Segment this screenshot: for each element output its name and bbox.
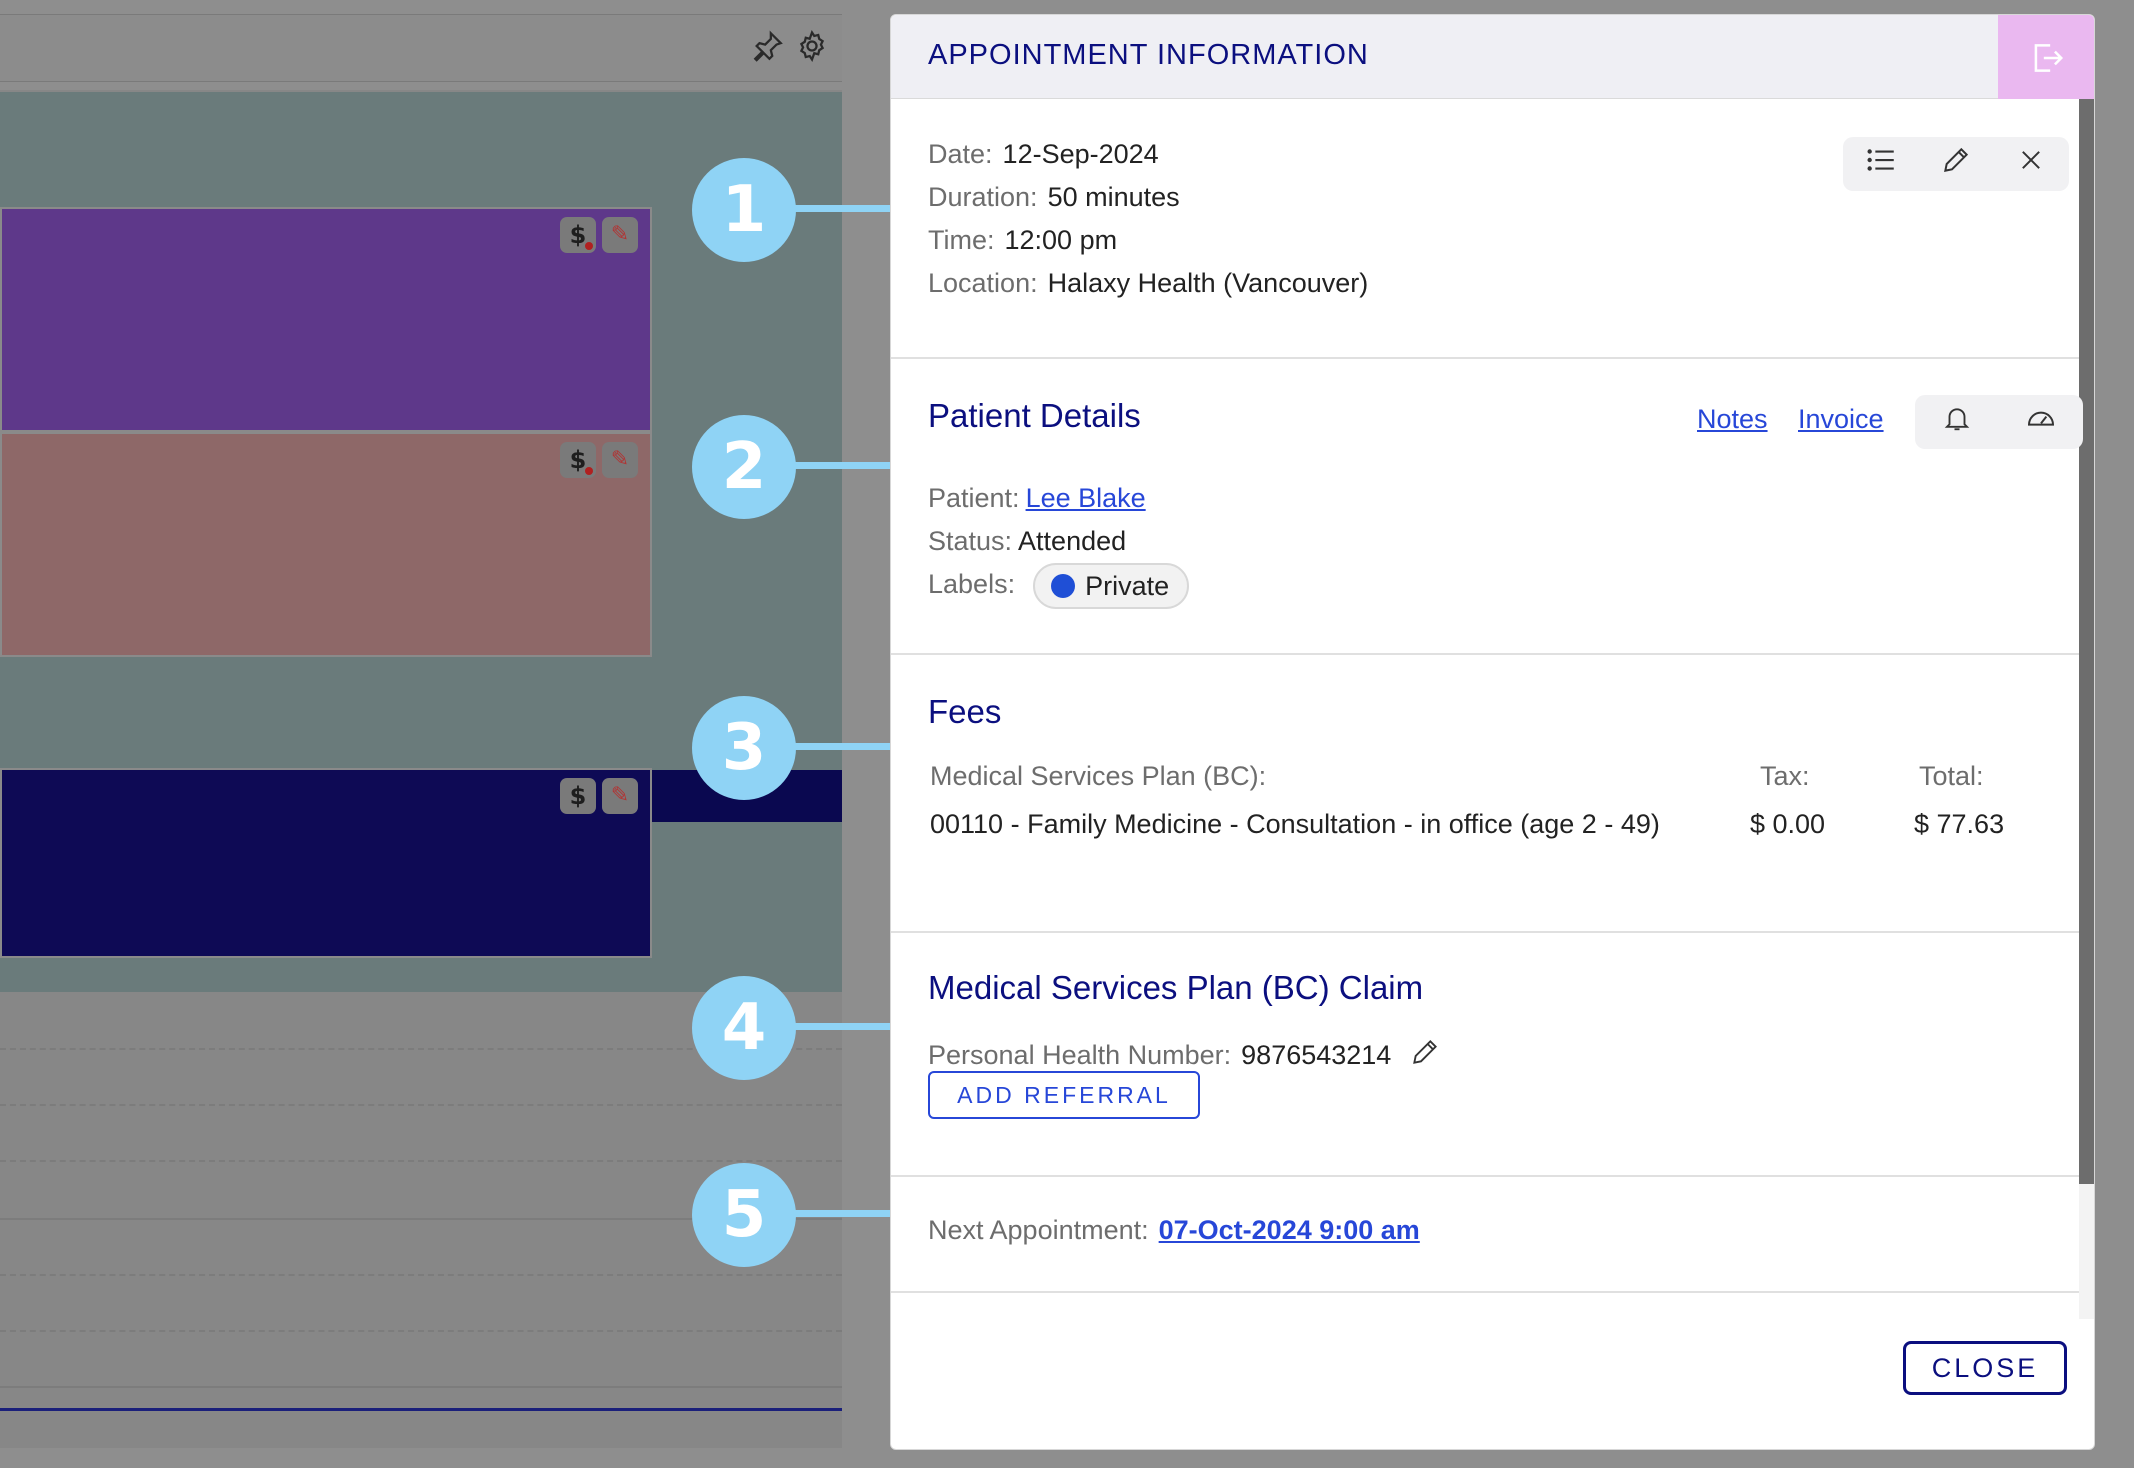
pencil-icon[interactable]: ✎ [602,217,638,253]
selected-appointment-block[interactable]: $ ✎ [0,768,652,958]
calendar-slot-line [0,1274,842,1276]
panel-scrollbar[interactable] [2079,99,2094,1319]
calendar-slot-line [0,1104,842,1106]
close-button[interactable]: CLOSE [1903,1341,2067,1395]
fee-tax-header: Tax: [1760,761,1810,791]
next-appointment-link[interactable]: 07-Oct-2024 9:00 am [1159,1215,1420,1245]
gauge-icon[interactable] [2017,402,2065,442]
dollar-icon[interactable]: $ [560,217,596,253]
time-row: Time: 12:00 pm [928,225,1117,256]
callout-connector [790,462,890,469]
panel-header: APPOINTMENT INFORMATION [891,15,2094,99]
duration-row: Duration: 50 minutes [928,182,1180,213]
pin-icon[interactable] [748,29,788,69]
callout-badge-3: 3 [692,696,796,800]
callout-badge-4: 4 [692,976,796,1080]
dollar-icon[interactable]: $ [560,778,596,814]
status-value: Attended [1018,526,1127,556]
fees-heading: Fees [928,693,1002,730]
claim-heading: Medical Services Plan (BC) Claim [928,969,1424,1006]
invoice-link[interactable]: Invoice [1798,404,1884,435]
add-referral-button[interactable]: ADD REFERRAL [928,1071,1200,1119]
fee-plan-label: Medical Services Plan (BC): [930,761,1267,791]
duration-label: Duration: [928,182,1038,212]
callout-connector [790,205,890,212]
label-color-swatch [1051,574,1076,598]
gear-icon[interactable] [792,29,832,69]
panel-title: APPOINTMENT INFORMATION [928,39,1369,71]
appointment-toolbar [1843,137,2069,191]
fee-item-tax: $ 0.00 [1750,809,1826,839]
callout-connector [790,1023,890,1030]
dollar-icon[interactable]: $ [560,442,596,478]
patient-row: Patient: Lee Blake [928,483,1146,514]
next-appointment-label: Next Appointment: [928,1215,1149,1245]
fee-total-header: Total: [1919,761,1984,791]
patient-name-link[interactable]: Lee Blake [1026,483,1146,513]
location-label: Location: [928,268,1038,298]
fee-item-description: 00110 - Family Medicine - Consultation -… [930,809,1660,839]
phn-label: Personal Health Number: [928,1040,1232,1070]
status-row: Status: Attended [928,526,1126,557]
label-chip-private[interactable]: Private [1033,563,1190,609]
label-chip-text: Private [1085,570,1170,601]
time-label: Time: [928,225,995,255]
duration-value: 50 minutes [1047,182,1180,212]
pencil-icon[interactable]: ✎ [602,442,638,478]
appointment-block[interactable]: $ ✎ [0,207,652,432]
list-icon[interactable] [1857,143,1905,185]
callout-connector [790,1210,890,1217]
pencil-icon[interactable] [1932,144,1980,184]
status-label: Status: [928,526,1013,556]
notes-link[interactable]: Notes [1697,404,1768,435]
date-value: 12-Sep-2024 [1002,139,1159,169]
callout-badge-2: 2 [692,415,796,519]
patient-details-heading: Patient Details [928,397,1141,434]
calendar-slot-line [0,1160,842,1162]
labels-label: Labels: [928,569,1016,600]
callout-badge-1: 1 [692,158,796,262]
pencil-icon[interactable]: ✎ [602,778,638,814]
date-label: Date: [928,139,993,169]
patient-label: Patient: [928,483,1020,513]
bell-icon[interactable] [1933,403,1981,441]
labels-row: Labels: Private [928,563,1190,609]
calendar-slot-line [0,1330,842,1332]
pencil-icon[interactable] [1409,1036,1441,1075]
callout-connector [790,743,890,750]
time-value: 12:00 pm [1004,225,1118,255]
scrollbar-thumb[interactable] [2079,99,2094,1184]
fees-section [891,655,2079,933]
calendar-toolbar [0,14,842,82]
calendar-hour-line [0,1386,842,1388]
current-time-line [0,1408,842,1411]
close-icon[interactable] [2007,146,2055,182]
appointment-block[interactable]: $ ✎ [0,432,652,657]
callout-badge-5: 5 [692,1163,796,1267]
location-value: Halaxy Health (Vancouver) [1047,268,1369,298]
phn-value: 9876543214 [1241,1040,1392,1070]
appointment-information-panel: APPOINTMENT INFORMATION Date: 12-Sep-2024… [890,14,2095,1450]
phn-row: Personal Health Number: 9876543214 [928,1036,1441,1075]
date-row: Date: 12-Sep-2024 [928,139,1159,170]
exit-icon[interactable] [1998,15,2094,99]
patient-toolbar [1915,395,2083,449]
fee-item-total: $ 77.63 [1914,809,2005,839]
location-row: Location: Halaxy Health (Vancouver) [928,268,1368,299]
next-appointment-row: Next Appointment: 07-Oct-2024 9:00 am [928,1215,1420,1246]
